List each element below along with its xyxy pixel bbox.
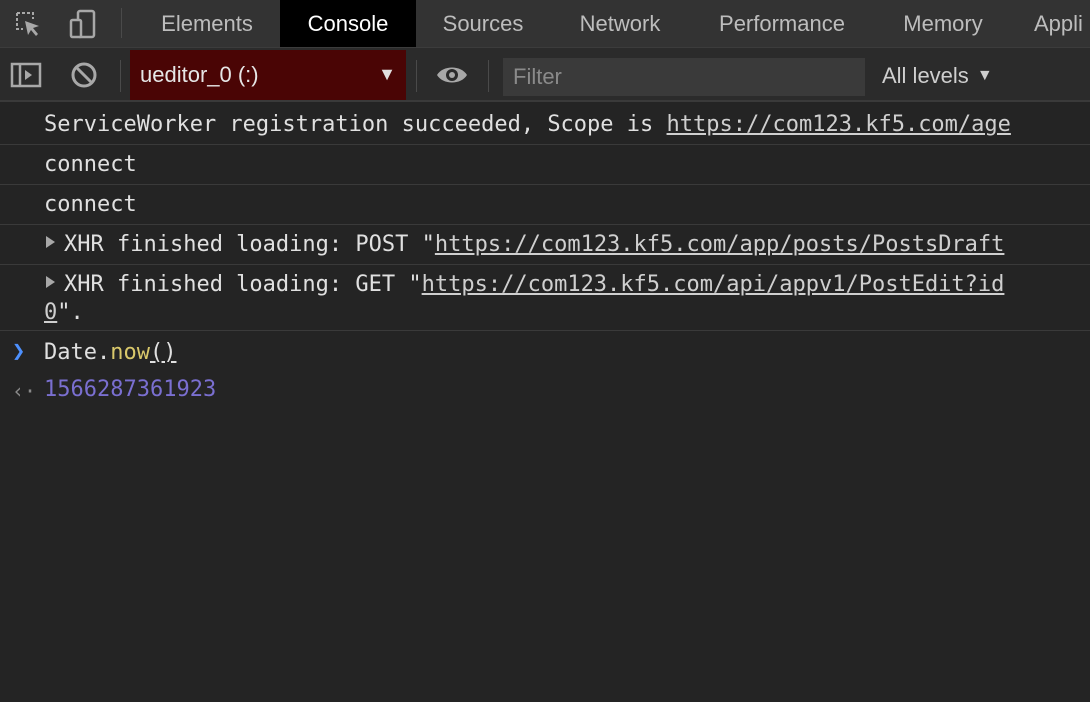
devtools-tabbar: Elements Console Sources Network Perform… <box>0 0 1090 48</box>
console-input-line: ❯ Date.now() <box>0 333 1090 371</box>
tab-application[interactable]: Appli <box>1034 0 1090 47</box>
dropdown-arrow-icon: ▼ <box>378 64 396 84</box>
message-text: connect <box>44 192 137 217</box>
command-object: Date. <box>44 340 111 365</box>
result-arrow-icon: ‹· <box>12 379 37 403</box>
request-link[interactable]: https://com123.kf5.com/api/appv1/PostEdi… <box>422 272 1005 297</box>
tab-sources[interactable]: Sources <box>424 0 542 47</box>
console-message: connect <box>0 185 1090 225</box>
result-value: 1566287361923 <box>44 377 217 402</box>
tab-elements[interactable]: Elements <box>142 0 272 47</box>
console-result-line: ‹· 1566287361923 <box>0 371 1090 409</box>
console-message-xhr[interactable]: XHR finished loading: POST "https://com1… <box>0 225 1090 265</box>
message-text: ". <box>57 300 84 325</box>
sidebar-toggle-icon <box>10 62 42 88</box>
command-method: now <box>110 340 150 365</box>
message-text: connect <box>44 152 137 177</box>
tab-console[interactable]: Console <box>280 0 416 47</box>
show-sidebar-button[interactable] <box>6 55 46 95</box>
expand-triangle-icon[interactable] <box>46 236 55 248</box>
request-link-continued[interactable]: 0 <box>44 300 57 325</box>
eye-icon <box>437 67 467 83</box>
message-text: ServiceWorker registration succeeded, Sc… <box>44 112 667 137</box>
tab-memory[interactable]: Memory <box>884 0 1002 47</box>
console-message: ServiceWorker registration succeeded, Sc… <box>0 104 1090 145</box>
console-message-xhr[interactable]: XHR finished loading: GET "https://com12… <box>0 265 1090 331</box>
tab-performance[interactable]: Performance <box>700 0 864 47</box>
dropdown-arrow-icon: ▼ <box>976 67 993 84</box>
request-link[interactable]: https://com123.kf5.com/app/posts/PostsDr… <box>435 232 1005 257</box>
toolbar-separator <box>120 60 121 92</box>
device-mode-icon <box>69 9 96 39</box>
live-expression-button[interactable] <box>432 55 472 95</box>
command-parens: () <box>149 340 177 365</box>
javascript-context-select[interactable]: ueditor_0 (:) ▼ <box>130 50 406 100</box>
console-toolbar: ueditor_0 (:) ▼ All levels ▼ <box>0 48 1090 102</box>
clear-icon <box>71 62 97 88</box>
device-toolbar-button[interactable] <box>62 4 102 44</box>
message-text: XHR finished loading: GET " <box>64 272 422 297</box>
context-label: ueditor_0 (:) <box>140 62 259 87</box>
toolbar-separator <box>488 60 489 92</box>
levels-label: All levels <box>882 63 969 88</box>
clear-console-button[interactable] <box>64 55 104 95</box>
inspect-cursor-icon <box>16 12 39 36</box>
filter-input[interactable] <box>503 58 865 96</box>
tab-network[interactable]: Network <box>560 0 680 47</box>
console-messages: ServiceWorker registration succeeded, Sc… <box>0 104 1090 702</box>
inspect-element-button[interactable] <box>8 4 48 44</box>
console-message: connect <box>0 145 1090 185</box>
log-levels-dropdown[interactable]: All levels ▼ <box>882 60 993 92</box>
scope-link[interactable]: https://com123.kf5.com/age <box>667 112 1011 137</box>
toolbar-separator <box>416 60 417 92</box>
prompt-chevron-icon: ❯ <box>12 339 26 364</box>
expand-triangle-icon[interactable] <box>46 276 55 288</box>
message-text: XHR finished loading: POST " <box>64 232 435 257</box>
tab-separator <box>121 8 122 38</box>
